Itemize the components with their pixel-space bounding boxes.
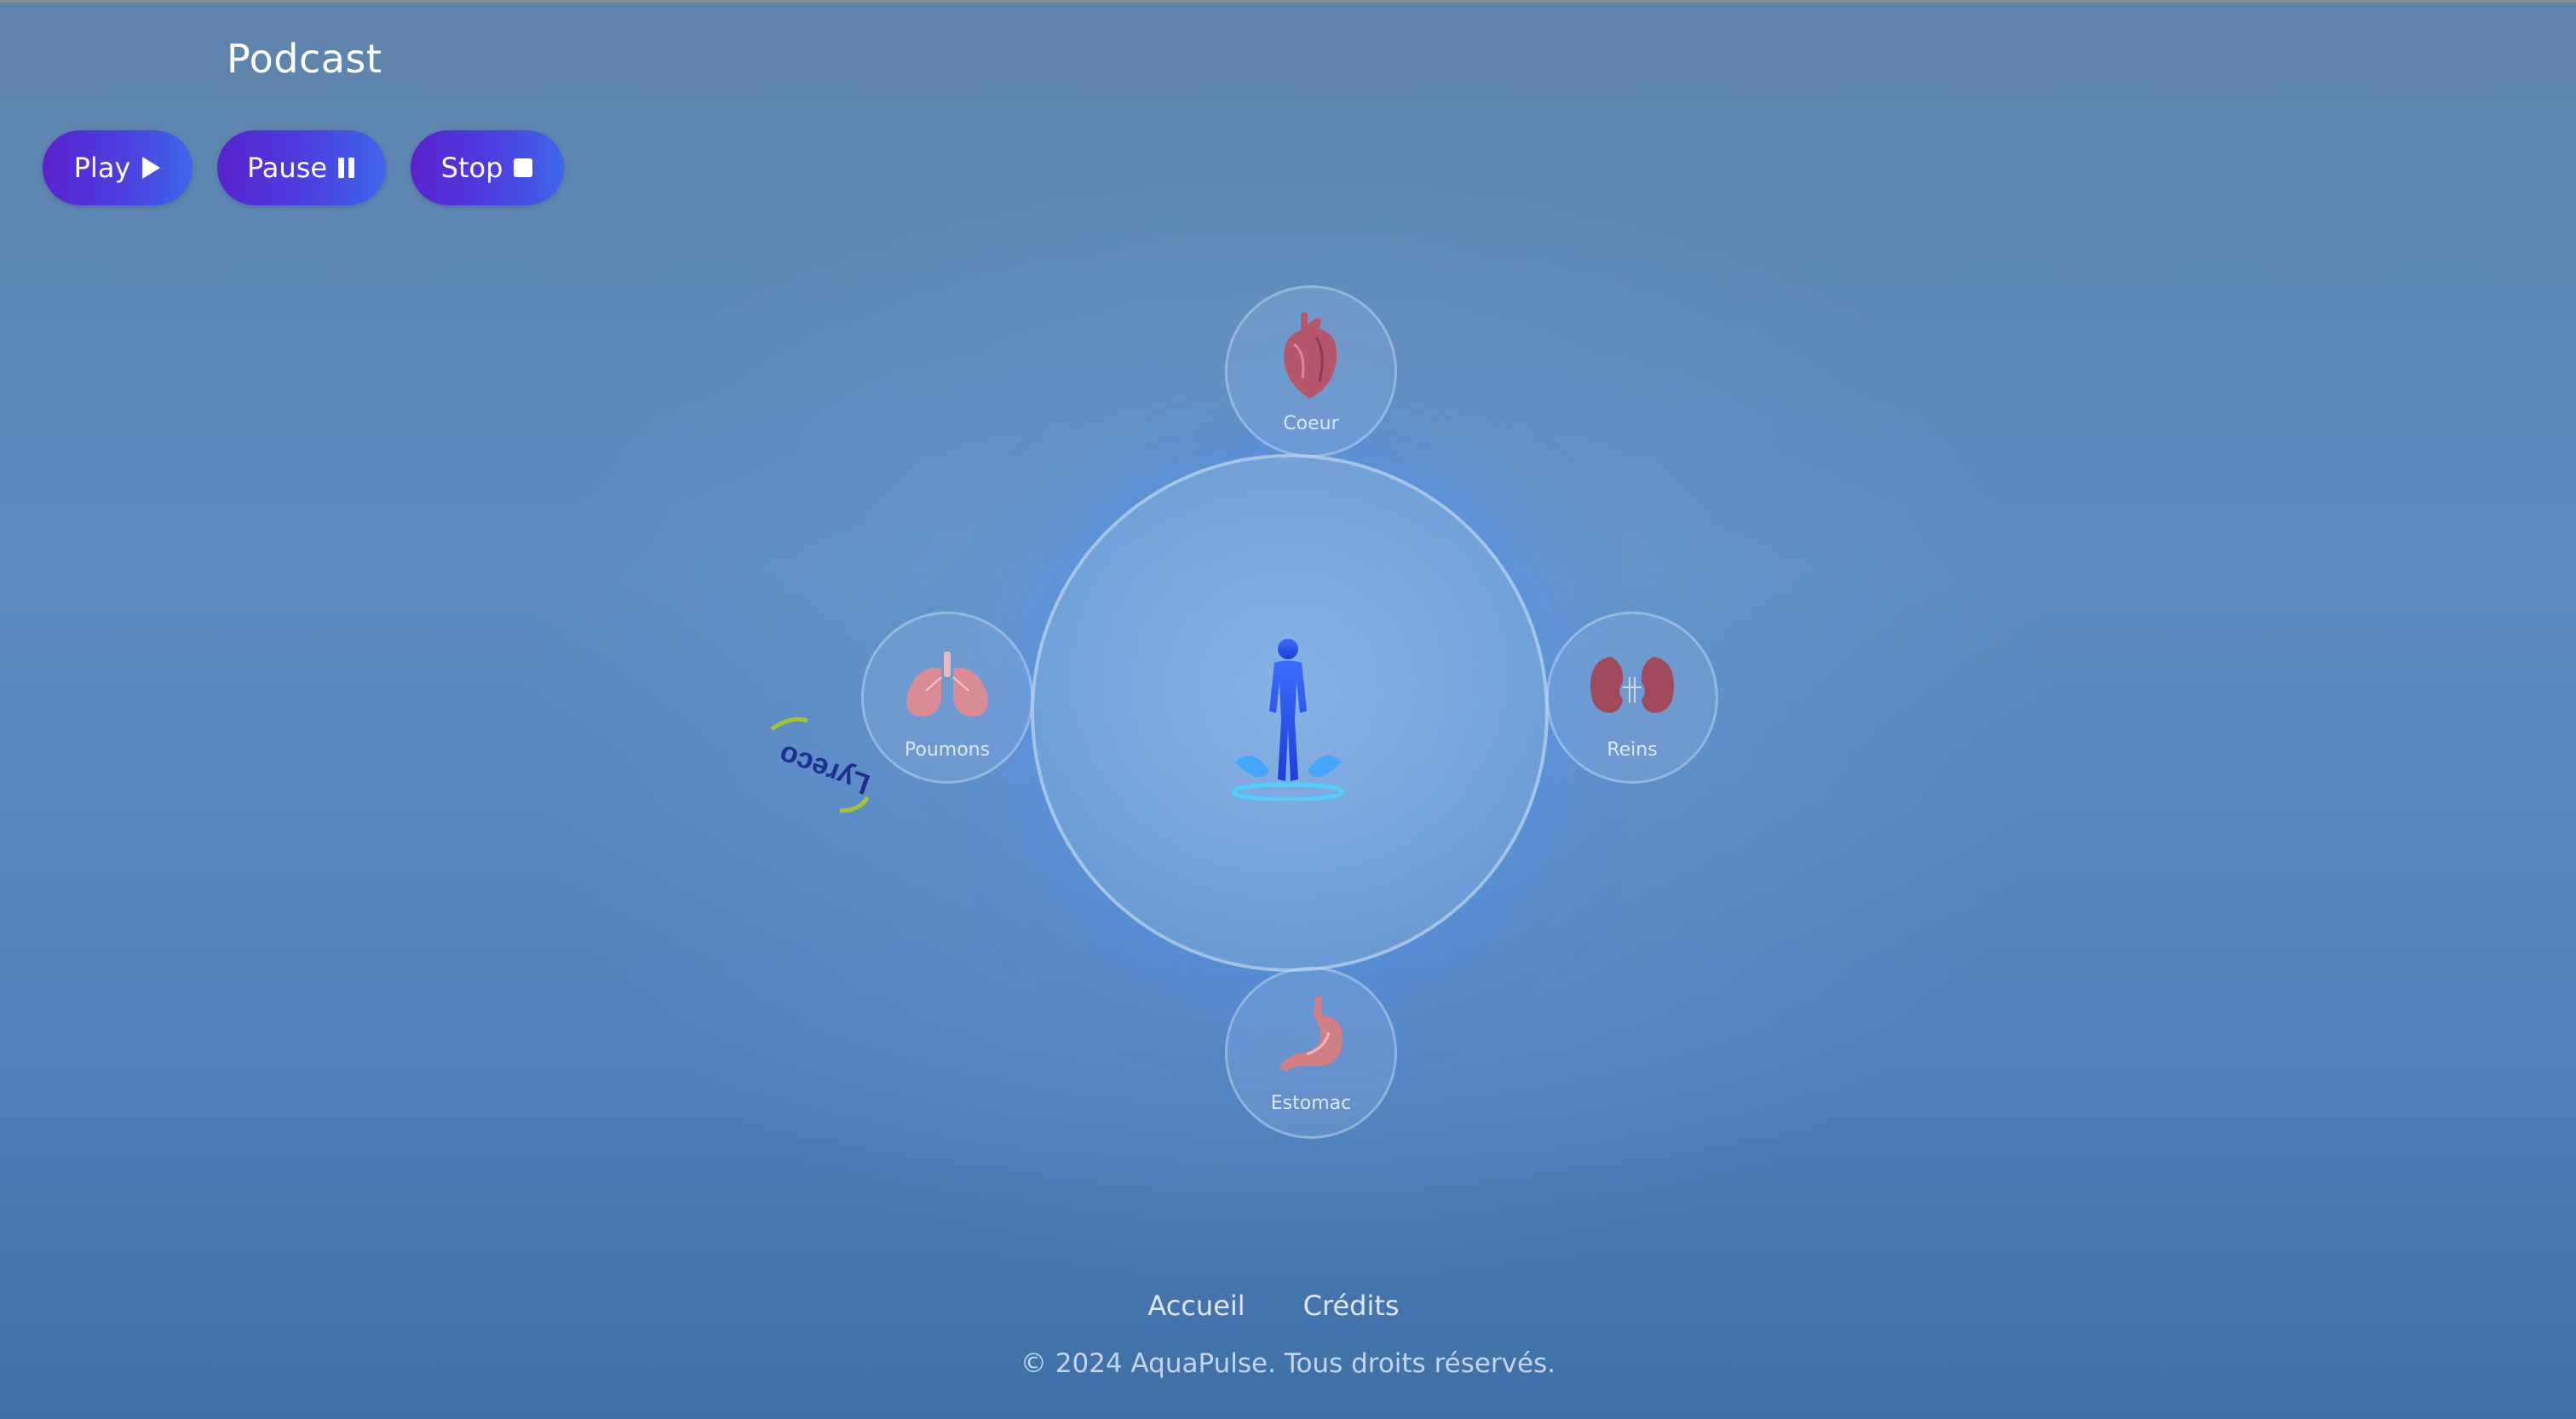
play-label: Play [73, 152, 131, 184]
human-body-icon [1227, 635, 1350, 802]
footer-link-home[interactable]: Accueil [1147, 1290, 1245, 1322]
pause-label: Pause [246, 152, 328, 184]
organ-lungs-button[interactable]: Poumons [861, 612, 1033, 784]
pause-button[interactable]: Pause [217, 130, 386, 205]
organ-stomach-button[interactable]: Estomac [1225, 967, 1397, 1139]
organ-lungs-label: Poumons [904, 739, 991, 761]
svg-text:Lyreco: Lyreco [775, 738, 875, 800]
stop-icon [513, 158, 533, 178]
stomach-icon [1273, 993, 1349, 1082]
pause-icon [337, 157, 356, 179]
top-border [0, 0, 2576, 3]
organ-kidneys-button[interactable]: Reins [1546, 612, 1718, 784]
play-button[interactable]: Play [43, 130, 193, 205]
heart-icon [1277, 310, 1345, 407]
kidneys-icon [1585, 652, 1679, 723]
organ-kidneys-label: Reins [1607, 739, 1658, 761]
organ-stomach-label: Estomac [1270, 1093, 1352, 1114]
organ-heart-button[interactable]: Coeur [1225, 285, 1397, 457]
organ-heart-label: Coeur [1283, 413, 1339, 434]
stop-button[interactable]: Stop [411, 130, 564, 205]
stop-label: Stop [440, 152, 503, 184]
podcast-title: Podcast [227, 36, 382, 82]
footer-nav: Accueil Crédits [0, 1290, 2576, 1322]
lungs-icon [900, 652, 994, 723]
copyright-text: © 2024 AquaPulse. Tous droits réservés. [1020, 1348, 1556, 1379]
lyreco-logo: Lyreco [765, 715, 884, 818]
footer-link-credits[interactable]: Crédits [1303, 1290, 1400, 1322]
play-icon [141, 156, 161, 180]
